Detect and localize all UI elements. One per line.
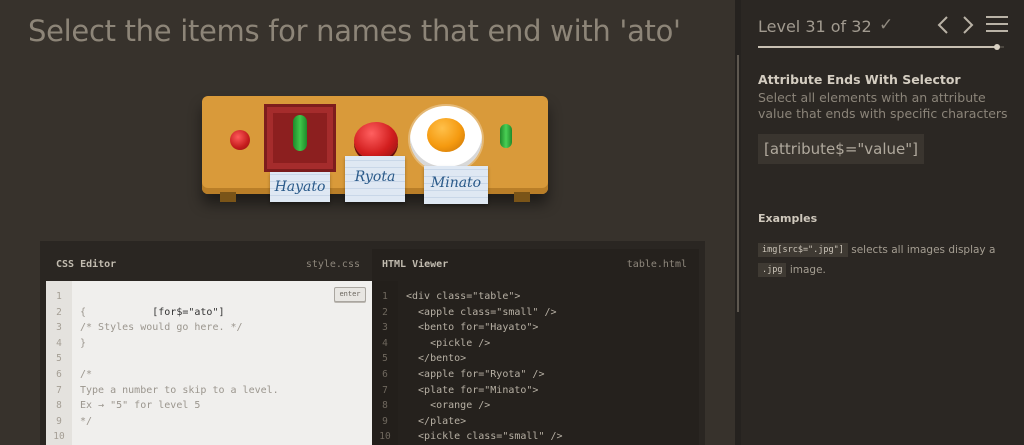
code-line: <apple for="Ryota" /> [406, 368, 545, 380]
plate[interactable] [410, 106, 482, 172]
example-code: img[src$=".jpg"] [758, 243, 848, 257]
sidebar: Level 31 of 32 ✓ Attribute Ends With Sel… [741, 0, 1024, 445]
code-line: </plate> [406, 415, 467, 427]
css-editor-header: CSS Editor style.css [46, 249, 372, 279]
line-number: 2 [56, 306, 62, 318]
example-code-secondary: .jpg [758, 263, 787, 277]
level-progress-fill [758, 46, 997, 48]
code-line: Ex → "5" for level 5 [80, 400, 201, 412]
line-number: 9 [382, 415, 388, 427]
chevron-left-icon[interactable] [934, 14, 952, 36]
html-viewer-header: HTML Viewer table.html [372, 249, 699, 279]
main-area: Select the items for names that end with… [0, 0, 738, 445]
html-viewer: HTML Viewer table.html 1 2 3 4 5 6 7 8 9 10 <div … [372, 249, 699, 445]
code-line: <bento for="Hayato"> [406, 322, 539, 334]
code-line: <plate for="Minato"> [406, 384, 539, 396]
line-number: 5 [56, 353, 62, 365]
code-line: <pickle /> [406, 337, 491, 349]
selector-name: Attribute Ends With Selector [758, 72, 961, 87]
small-apple[interactable] [230, 130, 250, 150]
example-item: img[src$=".jpg"] selects all images disp… [758, 240, 1012, 280]
css-input-line[interactable] [80, 289, 372, 320]
level-indicator: Level 31 of 32 [758, 17, 872, 36]
css-selector-input[interactable] [152, 304, 353, 320]
code-line: </bento> [406, 353, 467, 365]
selector-syntax: [attribute$="value"] [758, 134, 925, 164]
pickle[interactable] [293, 115, 307, 151]
table-leg [514, 192, 530, 202]
code-line: } [80, 337, 87, 349]
chevron-right-icon[interactable] [959, 14, 977, 36]
line-number: 1 [56, 291, 62, 302]
line-number: 3 [382, 322, 388, 334]
line-number: 2 [382, 306, 388, 318]
small-pickle[interactable] [500, 124, 512, 148]
orange[interactable] [427, 118, 465, 152]
css-code-area[interactable]: 12345678910 {/* Styles would go here. */… [46, 281, 372, 445]
html-code-lines: <div class="table"> <apple class="small"… [406, 289, 699, 445]
line-number: 4 [382, 337, 388, 349]
code-line: /* [80, 368, 93, 380]
code-line: Type a number to skip to a level. [80, 384, 279, 396]
code-line: <pickle class="small" /> [406, 431, 563, 443]
sidebar-scrollbar[interactable] [737, 55, 739, 312]
check-icon: ✓ [879, 15, 894, 35]
code-line: */ [80, 415, 93, 427]
html-filename: table.html [626, 258, 687, 270]
example-text: selects all images display a [851, 244, 996, 256]
code-line: /* Styles would go here. */ [80, 322, 243, 334]
table-leg [220, 192, 236, 202]
css-filename: style.css [305, 258, 360, 270]
name-tag-minato: Minato [424, 166, 488, 204]
line-number: 10 [53, 431, 65, 443]
line-number: 5 [382, 353, 388, 365]
line-number: 6 [382, 368, 388, 380]
level-progress-bar [758, 44, 1004, 50]
editor-panel: CSS Editor style.css 12345678910 {/* Sty… [40, 241, 705, 445]
line-number: 8 [56, 400, 62, 412]
line-number: 10 [379, 431, 391, 443]
level-instruction: Select the items for names that end with… [28, 14, 681, 48]
apple[interactable] [354, 122, 398, 160]
enter-button[interactable]: enter [334, 287, 366, 302]
level-progress-marker [993, 44, 1000, 50]
hamburger-menu-icon[interactable] [986, 16, 1008, 34]
line-number: 7 [56, 384, 62, 396]
selector-description: Select all elements with an attribute va… [758, 90, 1008, 121]
css-code-lines: {/* Styles would go here. */}/*Type a nu… [80, 289, 372, 445]
css-line-numbers: 1 2 3 4 5 6 7 8 9 10 [46, 281, 72, 445]
name-tag-hayato: Hayato [270, 172, 330, 202]
bento-box[interactable] [264, 104, 336, 172]
css-editor-title: CSS Editor [56, 258, 117, 270]
name-tag-ryota: Ryota [345, 156, 405, 202]
code-line: <div class="table"> [406, 291, 521, 302]
game-table: Hayato Ryota Minato [202, 96, 548, 206]
line-number: 9 [56, 415, 62, 427]
line-number: 8 [382, 400, 388, 412]
html-code-area: 1 2 3 4 5 6 7 8 9 10 <div class="table"> <apple c… [372, 281, 699, 445]
line-number: 7 [382, 384, 388, 396]
css-editor: CSS Editor style.css 12345678910 {/* Sty… [46, 249, 372, 445]
line-number: 3 [56, 322, 62, 334]
example-text-secondary: image. [789, 264, 826, 276]
examples-heading: Examples [758, 212, 818, 225]
html-viewer-title: HTML Viewer [382, 258, 449, 270]
html-line-numbers: 1 2 3 4 5 6 7 8 9 10 [372, 281, 398, 445]
line-number: 6 [56, 368, 62, 380]
code-line: <orange /> [406, 400, 491, 412]
code-line: <apple class="small" /> [406, 306, 557, 318]
line-number: 1 [382, 291, 388, 302]
line-number: 4 [56, 337, 62, 349]
